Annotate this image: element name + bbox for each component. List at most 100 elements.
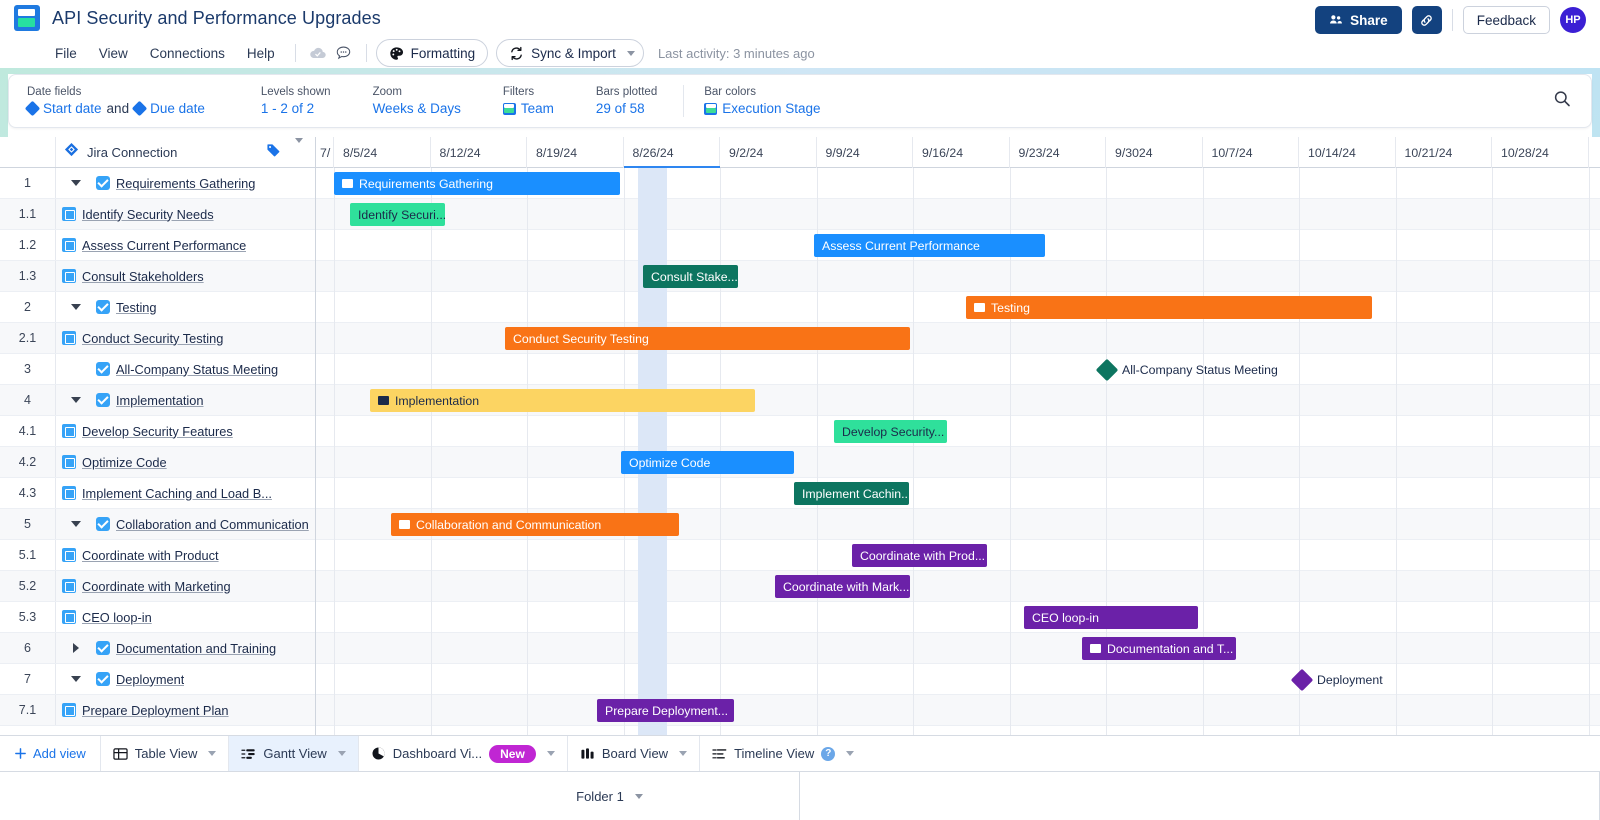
task-row[interactable]: 4.3 Implement Caching and Load B... [0, 478, 315, 509]
gantt-summary-bar[interactable]: Collaboration and Communication [391, 513, 679, 536]
task-row[interactable]: 5.1 Coordinate with Product [0, 540, 315, 571]
collapse-arrow-icon[interactable] [71, 397, 81, 403]
menu-file[interactable]: File [44, 41, 88, 66]
task-name-label[interactable]: Implementation [116, 393, 204, 408]
task-checkbox[interactable] [96, 176, 110, 190]
task-name-label[interactable]: Optimize Code [82, 455, 167, 470]
chevron-down-icon[interactable] [846, 751, 855, 756]
setting-filters[interactable]: Filters Team [502, 86, 554, 116]
task-row[interactable]: 1.1 Identify Security Needs [0, 199, 315, 230]
chevron-down-icon[interactable] [295, 138, 303, 161]
task-name-label[interactable]: Assess Current Performance [82, 238, 246, 253]
gantt-task-bar[interactable]: Coordinate with Prod... [852, 544, 987, 567]
jira-issue-icon[interactable] [62, 610, 76, 624]
gantt-task-bar[interactable]: Conduct Security Testing [505, 327, 910, 350]
jira-issue-icon[interactable] [62, 579, 76, 593]
gantt-task-bar[interactable]: Implement Cachin... [794, 482, 909, 505]
gantt-task-bar[interactable]: Consult Stake... [643, 265, 738, 288]
gantt-milestone[interactable]: All-Company Status Meeting [1095, 358, 1278, 381]
setting-value[interactable]: Weeks & Days [373, 101, 461, 116]
setting-date-fields[interactable]: Date fields Start date and Due date [24, 86, 205, 117]
setting-levels-shown[interactable]: Levels shown 1 - 2 of 2 [261, 86, 331, 116]
jira-issue-icon[interactable] [62, 548, 76, 562]
gantt-task-bar[interactable]: Coordinate with Mark... [775, 575, 910, 598]
task-name-label[interactable]: CEO loop-in [82, 610, 152, 625]
jira-issue-icon[interactable] [62, 269, 76, 283]
view-tab-board-view[interactable]: Board View [566, 736, 699, 771]
task-row[interactable]: 4.1 Develop Security Features [0, 416, 315, 447]
chevron-down-icon[interactable] [208, 751, 217, 756]
task-row[interactable]: 5.2 Coordinate with Marketing [0, 571, 315, 602]
view-tab-dashboard-vi[interactable]: Dashboard Vi... New [357, 736, 567, 771]
task-name-label[interactable]: Consult Stakeholders [82, 269, 204, 284]
jira-issue-icon[interactable] [62, 238, 76, 252]
setting-zoom[interactable]: Zoom Weeks & Days [373, 86, 461, 116]
view-tab-table-view[interactable]: Table View [99, 736, 229, 771]
sync-import-button[interactable]: Sync & Import [496, 39, 644, 67]
connection-header[interactable]: Jira Connection [56, 137, 315, 167]
cloud-saved-icon[interactable] [305, 40, 331, 66]
task-name-label[interactable]: All-Company Status Meeting [116, 362, 278, 377]
task-checkbox[interactable] [96, 641, 110, 655]
help-icon[interactable]: ? [821, 746, 836, 761]
task-name-label[interactable]: Coordinate with Marketing [82, 579, 231, 594]
task-checkbox[interactable] [96, 393, 110, 407]
task-row[interactable]: 2 Testing [0, 292, 315, 323]
task-name-label[interactable]: Prepare Deployment Plan [82, 703, 229, 718]
gantt-summary-bar[interactable]: Implementation [370, 389, 755, 412]
chevron-down-icon[interactable] [679, 751, 688, 756]
gantt-task-bar[interactable]: Develop Security... [834, 420, 947, 443]
gantt-summary-bar[interactable]: Requirements Gathering [334, 172, 620, 195]
task-row[interactable]: 6 Documentation and Training [0, 633, 315, 664]
menu-connections[interactable]: Connections [139, 41, 236, 66]
task-name-label[interactable]: Conduct Security Testing [82, 331, 223, 346]
jira-issue-icon[interactable] [62, 455, 76, 469]
task-row[interactable]: 4.2 Optimize Code [0, 447, 315, 478]
setting-value[interactable]: Execution Stage [722, 101, 820, 116]
add-view-button[interactable]: Add view [0, 736, 100, 771]
setting-value-start[interactable]: Start date [43, 101, 102, 116]
setting-bar-colors[interactable]: Bar colors Execution Stage [704, 86, 821, 116]
task-row[interactable]: 2.1 Conduct Security Testing [0, 323, 315, 354]
task-row[interactable]: 4 Implementation [0, 385, 315, 416]
share-button[interactable]: Share [1315, 6, 1402, 34]
task-name-label[interactable]: Requirements Gathering [116, 176, 255, 191]
jira-issue-icon[interactable] [62, 331, 76, 345]
task-checkbox[interactable] [96, 300, 110, 314]
collapse-arrow-icon[interactable] [71, 521, 81, 527]
task-row[interactable]: 1 Requirements Gathering [0, 168, 315, 199]
task-name-label[interactable]: Testing [116, 300, 157, 315]
task-row[interactable]: 5.3 CEO loop-in [0, 602, 315, 633]
task-row[interactable]: 1.3 Consult Stakeholders [0, 261, 315, 292]
task-name-label[interactable]: Coordinate with Product [82, 548, 219, 563]
task-name-label[interactable]: Documentation and Training [116, 641, 276, 656]
task-checkbox[interactable] [96, 672, 110, 686]
gantt-task-bar[interactable]: Prepare Deployment... [597, 699, 734, 722]
chevron-down-icon[interactable] [337, 751, 346, 756]
jira-issue-icon[interactable] [62, 424, 76, 438]
task-checkbox[interactable] [96, 517, 110, 531]
feedback-button[interactable]: Feedback [1462, 6, 1550, 34]
menu-help[interactable]: Help [236, 41, 286, 66]
chevron-down-icon[interactable] [546, 751, 555, 756]
task-checkbox[interactable] [96, 362, 110, 376]
collapse-arrow-icon[interactable] [71, 676, 81, 682]
formatting-button[interactable]: Formatting [375, 39, 489, 67]
jira-issue-icon[interactable] [62, 486, 76, 500]
gantt-task-bar[interactable]: CEO loop-in [1024, 606, 1198, 629]
view-tab-gantt-view[interactable]: Gantt View [228, 736, 358, 771]
avatar[interactable]: HP [1560, 7, 1586, 33]
jira-issue-icon[interactable] [62, 703, 76, 717]
gantt-milestone[interactable]: Deployment [1290, 668, 1383, 691]
collapse-arrow-icon[interactable] [71, 304, 81, 310]
task-name-label[interactable]: Deployment [116, 672, 184, 687]
task-row[interactable]: 5 Collaboration and Communication [0, 509, 315, 540]
gantt-task-bar[interactable]: Identify Securi... [350, 203, 445, 226]
task-name-label[interactable]: Collaboration and Communication [116, 517, 309, 532]
task-row[interactable]: 3 All-Company Status Meeting [0, 354, 315, 385]
task-row[interactable]: 1.2 Assess Current Performance [0, 230, 315, 261]
gantt-summary-bar[interactable]: Documentation and T... [1082, 637, 1236, 660]
task-row[interactable]: 7 Deployment [0, 664, 315, 695]
comment-icon[interactable] [331, 40, 357, 66]
task-name-label[interactable]: Implement Caching and Load B... [82, 486, 272, 501]
